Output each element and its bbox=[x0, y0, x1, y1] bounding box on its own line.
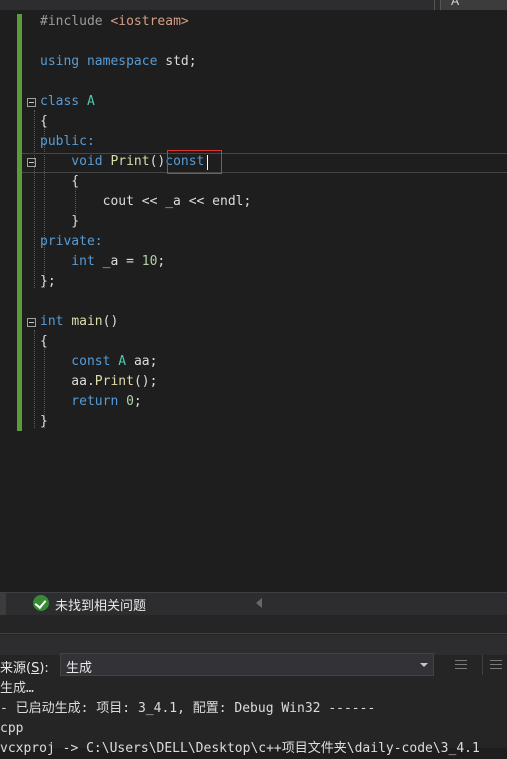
code-token: 0 bbox=[126, 394, 134, 409]
code-line[interactable]: class A bbox=[40, 92, 95, 112]
code-token: class bbox=[40, 94, 87, 109]
code-line[interactable]: { bbox=[40, 332, 48, 352]
code-token: _a = bbox=[102, 254, 142, 269]
code-token: { bbox=[40, 174, 80, 189]
code-token: () bbox=[149, 154, 166, 169]
check-circle-icon bbox=[33, 595, 49, 611]
code-token: { bbox=[40, 114, 48, 129]
zoom-control[interactable] bbox=[0, 593, 6, 615]
code-line[interactable]: { bbox=[40, 112, 48, 132]
panel-toolbar-background bbox=[0, 635, 507, 655]
code-token: aa. bbox=[40, 374, 95, 389]
code-token: #include bbox=[40, 14, 111, 29]
code-token: private: bbox=[40, 234, 103, 249]
output-line: vcxproj -> C:\Users\DELL\Desktop\c++项目文件… bbox=[0, 741, 480, 756]
code-editor[interactable]: #include <iostream> using namespace std; c… bbox=[0, 10, 507, 590]
code-token: int bbox=[40, 254, 103, 269]
code-token: <iostream> bbox=[110, 14, 189, 29]
const-highlight-box bbox=[167, 150, 222, 174]
code-token: aa; bbox=[133, 354, 158, 369]
code-line[interactable]: cout << _a << endl; bbox=[40, 192, 252, 212]
output-line: - 已启动生成: 项目: 3_4.1, 配置: Debug Win32 ----… bbox=[0, 701, 376, 716]
editor-status-bar: 未找到相关问题 bbox=[0, 592, 507, 615]
code-line[interactable]: int main() bbox=[40, 312, 118, 332]
code-token: std; bbox=[165, 54, 197, 69]
output-source-row: 来源(S): 生成 bbox=[0, 653, 507, 679]
code-token: public: bbox=[40, 134, 95, 149]
change-tracking-bar bbox=[17, 14, 22, 431]
fold-class-icon[interactable] bbox=[27, 98, 36, 107]
code-token: ; bbox=[157, 254, 166, 269]
main-scope-guide bbox=[34, 330, 35, 428]
code-token: int bbox=[40, 314, 72, 329]
code-token: return bbox=[40, 394, 127, 409]
code-token: ; bbox=[133, 394, 142, 409]
output-panel: 来源(S): 生成 生成… - 已启动生成: 项目: 3_4.1, 配置: De… bbox=[0, 615, 507, 756]
toolbar-separator bbox=[482, 655, 483, 675]
code-line[interactable]: int _a = 10; bbox=[40, 252, 165, 272]
output-line: 生成… bbox=[0, 681, 34, 696]
output-source-label: 来源(S): bbox=[0, 661, 49, 676]
fold-main-icon[interactable] bbox=[27, 318, 36, 327]
code-token: Print bbox=[94, 374, 134, 389]
code-line[interactable]: const A aa; bbox=[40, 352, 157, 372]
code-line[interactable]: aa.Print(); bbox=[40, 372, 157, 392]
issues-status-text[interactable]: 未找到相关问题 bbox=[55, 595, 146, 614]
code-line[interactable]: return 0; bbox=[40, 392, 142, 412]
code-token: using bbox=[40, 54, 87, 69]
member-dropdown-label: A bbox=[451, 0, 460, 8]
code-line[interactable]: { bbox=[40, 172, 79, 192]
code-token: A bbox=[118, 354, 134, 369]
code-token: A bbox=[86, 94, 95, 109]
code-line[interactable]: } bbox=[40, 212, 79, 232]
member-dropdown[interactable]: A bbox=[440, 0, 507, 10]
code-token: () bbox=[102, 314, 119, 329]
code-line[interactable]: } bbox=[40, 412, 48, 432]
clear-output-button[interactable] bbox=[452, 655, 472, 675]
code-token: namespace bbox=[86, 54, 166, 69]
code-line[interactable]: public: bbox=[40, 132, 95, 152]
code-token: }; bbox=[40, 274, 56, 289]
code-token: 10 bbox=[141, 254, 158, 269]
editor-top-bar: A bbox=[0, 0, 507, 10]
top-bar-separator bbox=[434, 0, 435, 10]
text-caret bbox=[207, 155, 208, 170]
code-token: main bbox=[71, 314, 103, 329]
chevron-down-icon bbox=[420, 663, 428, 667]
word-wrap-button[interactable] bbox=[487, 655, 507, 675]
panel-divider bbox=[0, 633, 507, 634]
code-line[interactable]: #include <iostream> bbox=[40, 12, 189, 32]
output-source-value: 生成 bbox=[66, 661, 93, 676]
code-token: } bbox=[40, 214, 80, 229]
code-token: void bbox=[40, 154, 111, 169]
code-token: Print bbox=[110, 154, 150, 169]
output-line: cpp bbox=[0, 721, 24, 736]
scroll-left-arrow-icon[interactable] bbox=[256, 598, 262, 608]
code-line[interactable]: private: bbox=[40, 232, 103, 252]
code-line[interactable]: }; bbox=[40, 272, 56, 292]
code-token: } bbox=[40, 414, 48, 429]
code-token: cout << _a << endl; bbox=[40, 194, 252, 209]
code-token: { bbox=[40, 334, 48, 349]
code-token: (); bbox=[133, 374, 158, 389]
code-token: const bbox=[40, 354, 119, 369]
class-scope-guide bbox=[34, 110, 35, 288]
output-source-select[interactable]: 生成 bbox=[60, 653, 434, 676]
code-line[interactable]: using namespace std; bbox=[40, 52, 197, 72]
